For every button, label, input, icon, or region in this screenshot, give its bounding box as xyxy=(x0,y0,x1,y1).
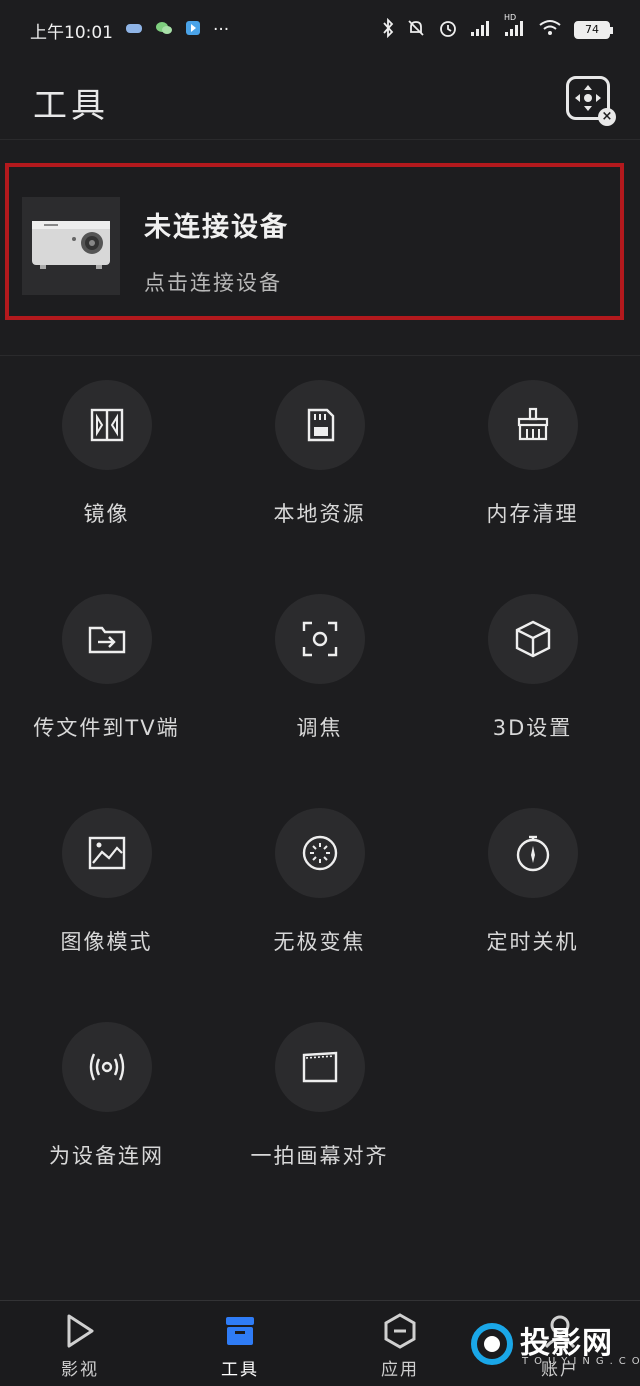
tool-label: 内存清理 xyxy=(486,502,579,526)
nav-tab-movies[interactable]: 影视 xyxy=(0,1301,160,1386)
header: 工具 × xyxy=(0,60,640,140)
status-bar: 上午10:01 ··· HD 74 xyxy=(0,0,640,60)
tool-label: 调焦 xyxy=(296,716,343,740)
timer-icon xyxy=(516,835,550,872)
image-icon xyxy=(88,836,126,870)
tool-icon-circle xyxy=(62,1022,152,1112)
status-more-dots: ··· xyxy=(213,20,230,40)
tool-screen-align[interactable]: 一拍画幕对齐 xyxy=(213,1022,426,1212)
tool-icon-circle xyxy=(488,380,578,470)
tool-label: 图像模式 xyxy=(60,930,153,954)
projector-image xyxy=(22,197,120,295)
broom-icon xyxy=(517,407,549,441)
tool-label: 镜像 xyxy=(83,502,130,526)
tool-stepless-zoom[interactable]: 无极变焦 xyxy=(213,808,426,998)
wechat-icon xyxy=(155,20,173,40)
tool-icon-circle xyxy=(488,594,578,684)
mirror-icon xyxy=(90,408,124,442)
tool-memory-clean[interactable]: 内存清理 xyxy=(426,380,639,570)
mute-bell-icon xyxy=(406,18,426,43)
alarm-icon xyxy=(438,18,458,43)
watermark-ring-icon xyxy=(471,1323,513,1365)
nav-label: 影视 xyxy=(61,1360,99,1380)
close-icon: × xyxy=(598,108,616,126)
signal-hd-icon: HD xyxy=(504,13,526,42)
battery-indicator: 74 xyxy=(574,21,613,39)
tool-icon-circle xyxy=(275,1022,365,1112)
remote-control-button[interactable]: × xyxy=(566,76,616,126)
tool-focus[interactable]: 调焦 xyxy=(213,594,426,784)
watermark-subtext: TOUYING.COM xyxy=(522,1356,640,1367)
nav-label: 应用 xyxy=(381,1360,419,1380)
tool-label: 一拍画幕对齐 xyxy=(250,1144,389,1168)
device-connect-hint: 点击连接设备 xyxy=(144,271,282,295)
watermark-logo: 投影网 TOUYING.COM xyxy=(470,1318,640,1378)
play-icon xyxy=(58,1311,102,1351)
tool-label: 无极变焦 xyxy=(273,930,366,954)
tool-label: 本地资源 xyxy=(273,502,366,526)
status-left: 上午10:01 ··· xyxy=(30,18,229,43)
tool-image-mode[interactable]: 图像模式 xyxy=(0,808,213,998)
tool-3d-settings[interactable]: 3D设置 xyxy=(426,594,639,784)
screen-align-icon xyxy=(302,1051,338,1083)
tool-label: 3D设置 xyxy=(492,716,573,740)
tool-label: 定时关机 xyxy=(486,930,579,954)
tool-timed-shutdown[interactable]: 定时关机 xyxy=(426,808,639,998)
tool-icon-circle xyxy=(275,808,365,898)
tool-file-transfer[interactable]: 传文件到TV端 xyxy=(0,594,213,784)
wifi-icon xyxy=(538,19,562,42)
apps-icon xyxy=(378,1311,422,1351)
focus-icon xyxy=(302,621,338,657)
tool-icon-circle xyxy=(62,594,152,684)
tool-label: 传文件到TV端 xyxy=(33,716,180,740)
tool-icon-circle xyxy=(62,380,152,470)
section-divider xyxy=(0,355,640,356)
tool-icon-circle xyxy=(275,380,365,470)
tool-mirror[interactable]: 镜像 xyxy=(0,380,213,570)
tool-label: 为设备连网 xyxy=(49,1144,164,1168)
tool-local-resources[interactable]: 本地资源 xyxy=(213,380,426,570)
tool-icon-circle xyxy=(275,594,365,684)
toolbox-icon xyxy=(218,1311,262,1351)
broadcast-icon xyxy=(89,1053,125,1081)
status-time: 上午10:01 xyxy=(30,22,113,43)
hd-badge: HD xyxy=(504,12,517,22)
nav-tab-tools[interactable]: 工具 xyxy=(160,1301,320,1386)
device-connect-card[interactable]: 未连接设备 点击连接设备 xyxy=(5,163,624,320)
bluetooth-icon xyxy=(382,17,394,43)
page-title: 工具 xyxy=(33,86,109,126)
video-app-icon xyxy=(185,20,201,41)
folder-transfer-icon xyxy=(88,626,126,654)
device-status-title: 未连接设备 xyxy=(144,212,289,243)
tool-icon-circle xyxy=(62,808,152,898)
cube-icon xyxy=(515,620,551,658)
nav-label: 工具 xyxy=(221,1360,259,1380)
cloud-app-icon xyxy=(125,20,143,40)
tool-icon-circle xyxy=(488,808,578,898)
zoom-dial-icon xyxy=(302,835,338,871)
tool-device-network[interactable]: 为设备连网 xyxy=(0,1022,213,1212)
sd-card-icon xyxy=(307,408,335,442)
signal-icon xyxy=(470,19,492,42)
nav-tab-apps[interactable]: 应用 xyxy=(320,1301,480,1386)
status-right: HD 74 xyxy=(382,13,613,43)
